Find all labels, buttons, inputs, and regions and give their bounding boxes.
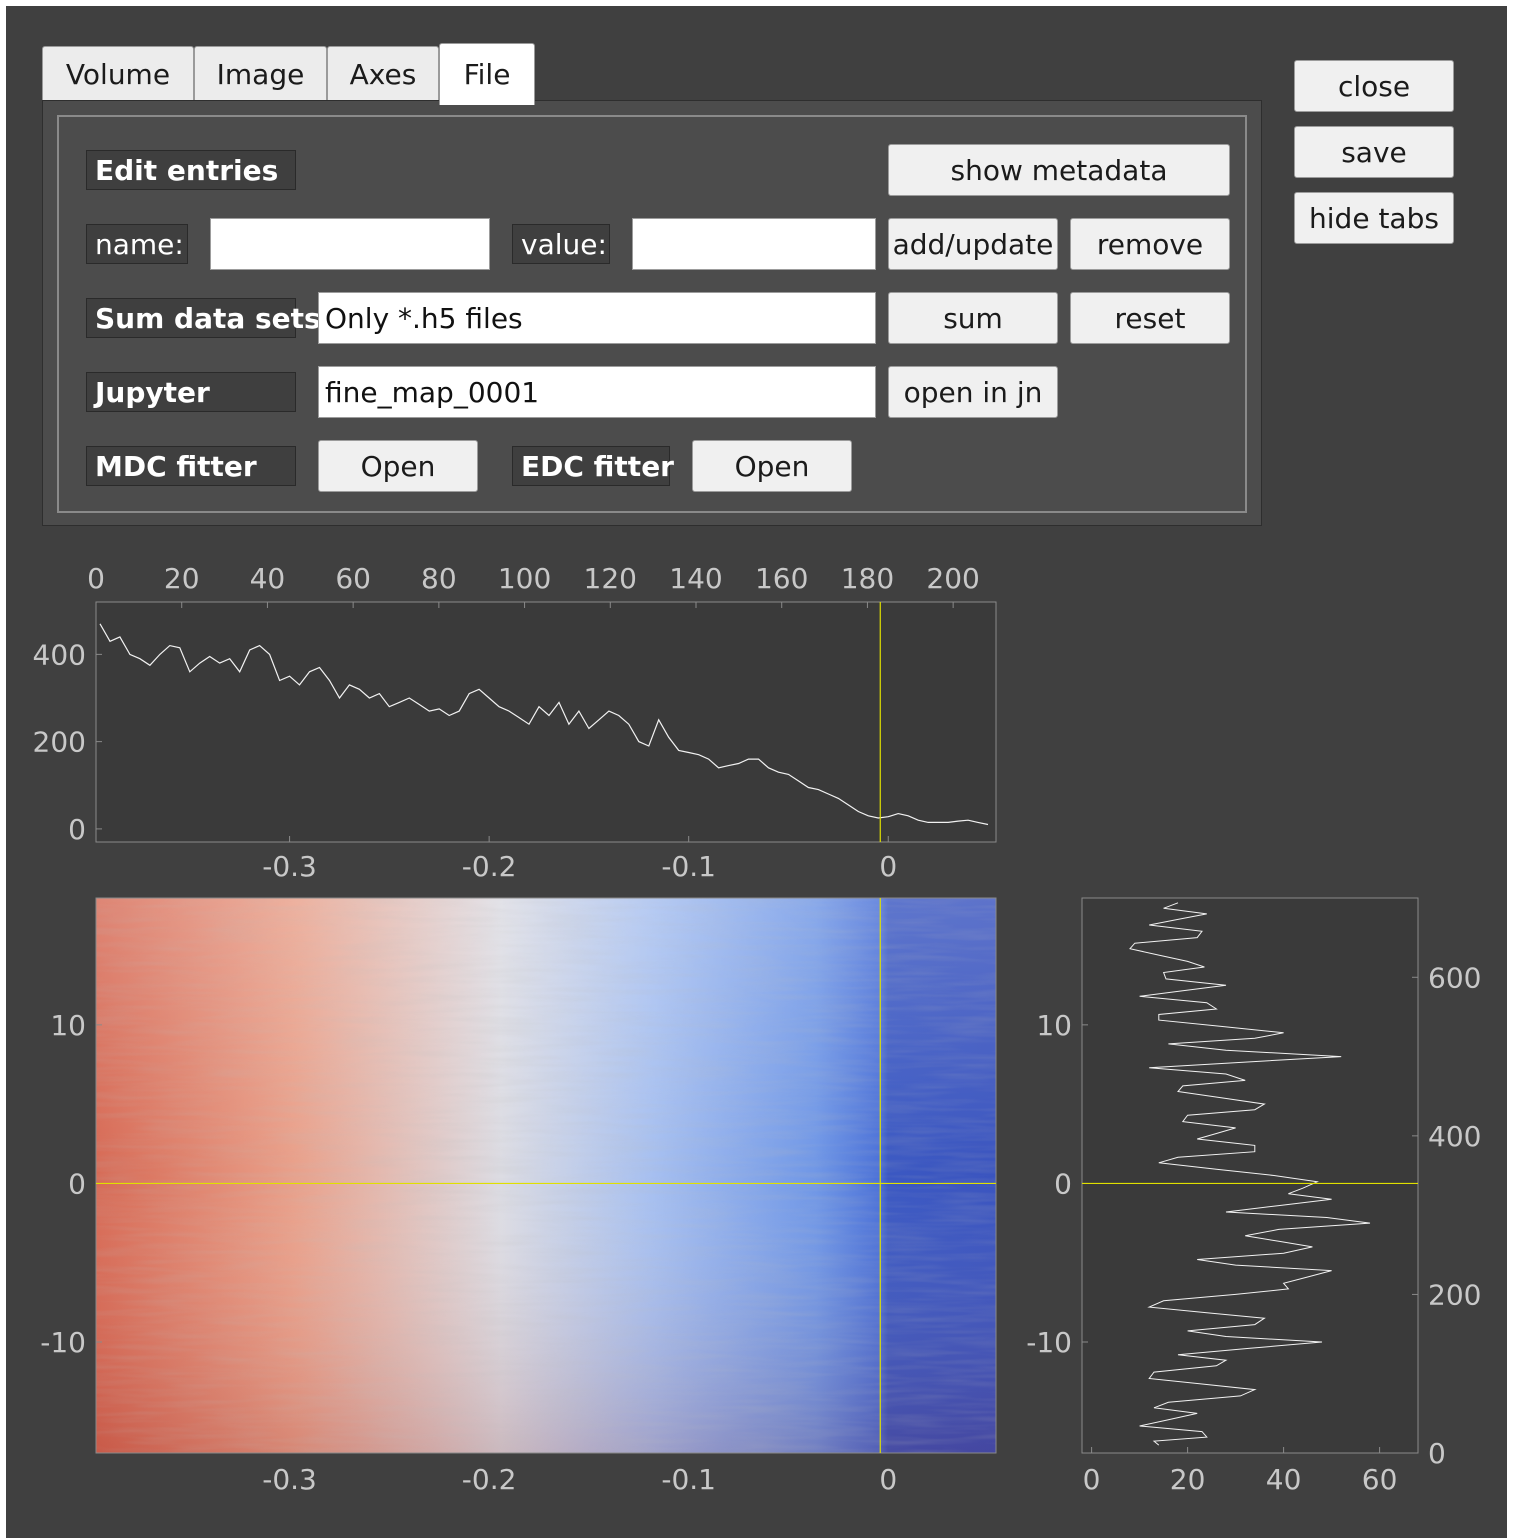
mdc-right-tick-label: 200 bbox=[1428, 1278, 1481, 1311]
edc-y-tick-label: 0 bbox=[68, 813, 86, 846]
mdc-right-tick-label: 400 bbox=[1428, 1120, 1481, 1153]
edc-x-tick-label: -0.3 bbox=[262, 850, 317, 883]
mdc-x-tick-label: 0 bbox=[1083, 1463, 1101, 1496]
edc-y-tick-label: 400 bbox=[33, 638, 86, 671]
mdc-x-tick-label: 40 bbox=[1266, 1463, 1302, 1496]
intensity-map-noise bbox=[96, 898, 996, 1453]
map-x-tick-label: -0.2 bbox=[462, 1463, 517, 1496]
map-x-tick-label: -0.1 bbox=[661, 1463, 716, 1496]
map-y-tick-label: 10 bbox=[50, 1009, 86, 1042]
edc-top-tick-label: 180 bbox=[841, 562, 894, 595]
mdc-y-tick-label: -10 bbox=[1026, 1326, 1072, 1359]
mdc-x-tick-label: 20 bbox=[1170, 1463, 1206, 1496]
edc-x-tick-label: -0.2 bbox=[462, 850, 517, 883]
viewer-window: Volume Image Axes File close save hide t… bbox=[6, 6, 1507, 1538]
edc-top-tick-label: 20 bbox=[164, 562, 200, 595]
mdc-plot[interactable]: 0 20 40 60-100100200400600 bbox=[1026, 897, 1481, 1496]
edc-y-tick-label: 200 bbox=[33, 726, 86, 759]
edc-x-tick-label: -0.1 bbox=[661, 850, 716, 883]
map-y-tick-label: -10 bbox=[40, 1326, 86, 1359]
mdc-y-tick-label: 0 bbox=[1054, 1167, 1072, 1200]
edc-top-tick-label: 80 bbox=[421, 562, 457, 595]
mdc-y-tick-label: 10 bbox=[1036, 1009, 1072, 1042]
intensity-map-plot[interactable]: -0.3 -0.2 -0.1 0 -10 0 10 bbox=[40, 897, 997, 1496]
edc-top-tick-label: 40 bbox=[250, 562, 286, 595]
mdc-right-tick-label: 600 bbox=[1428, 961, 1481, 994]
edc-top-tick-label: 120 bbox=[584, 562, 637, 595]
edc-top-tick-label: 60 bbox=[335, 562, 371, 595]
map-x-tick-label: 0 bbox=[879, 1463, 897, 1496]
plot-canvas[interactable]: -0.3 -0.2 -0.1 00 20 40 60 80 100 120 140 160 180 200… bbox=[6, 6, 1507, 1538]
edc-x-tick-label: 0 bbox=[879, 850, 897, 883]
edc-top-tick-label: 140 bbox=[669, 562, 722, 595]
edc-top-tick-label: 100 bbox=[498, 562, 551, 595]
edc-top-tick-label: 200 bbox=[926, 562, 979, 595]
map-x-tick-label: -0.3 bbox=[262, 1463, 317, 1496]
mdc-plot-frame bbox=[1081, 897, 1419, 1454]
mdc-x-tick-label: 60 bbox=[1362, 1463, 1398, 1496]
edc-top-tick-label: 0 bbox=[87, 562, 105, 595]
mdc-right-tick-label: 0 bbox=[1428, 1437, 1446, 1470]
map-y-tick-label: 0 bbox=[68, 1167, 86, 1200]
edc-top-tick-label: 160 bbox=[755, 562, 808, 595]
edc-plot[interactable]: -0.3 -0.2 -0.1 0 0 20 40 60 80 100 120 140 160 180 200… bbox=[33, 562, 997, 883]
tab-file[interactable]: File bbox=[439, 43, 535, 105]
edc-plot-frame bbox=[95, 601, 997, 843]
